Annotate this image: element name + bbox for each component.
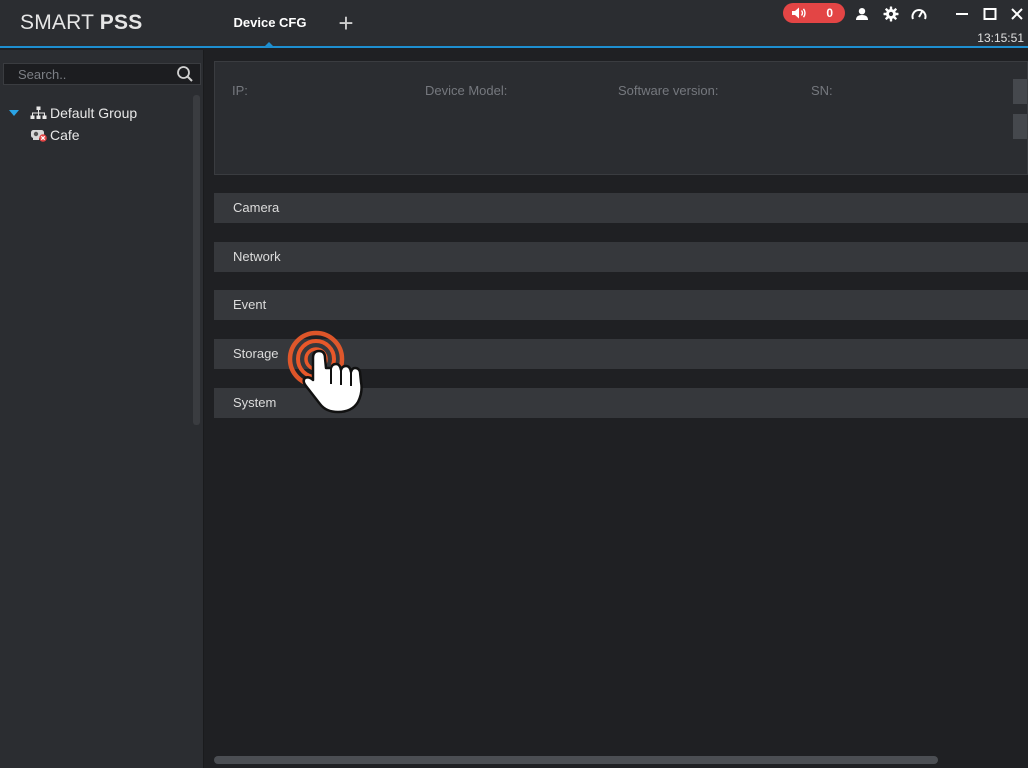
close-icon bbox=[1011, 8, 1023, 20]
sidebar-scrollbar[interactable] bbox=[193, 95, 200, 425]
horizontal-scrollbar[interactable] bbox=[214, 756, 938, 764]
search-input[interactable] bbox=[4, 64, 174, 84]
info-action-button-1[interactable] bbox=[1013, 79, 1027, 104]
search-icon[interactable] bbox=[176, 65, 194, 83]
sn-label: SN: bbox=[811, 83, 833, 98]
device-tree: Default Group Cafe bbox=[0, 102, 190, 146]
active-tab-indicator bbox=[264, 42, 274, 47]
minimize-icon bbox=[956, 13, 968, 15]
tree-item-label: Default Group bbox=[50, 105, 138, 121]
section-network[interactable]: Network bbox=[214, 242, 1028, 272]
tree-item-cafe[interactable]: Cafe bbox=[0, 124, 190, 146]
section-camera[interactable]: Camera bbox=[214, 193, 1028, 223]
tab-device-cfg[interactable]: Device CFG bbox=[224, 0, 316, 46]
section-event[interactable]: Event bbox=[214, 290, 1028, 320]
performance-button[interactable] bbox=[909, 4, 929, 24]
close-button[interactable] bbox=[1007, 4, 1027, 24]
tree-item-label: Cafe bbox=[50, 127, 80, 143]
brand-light: SMART bbox=[20, 11, 100, 34]
search-box bbox=[3, 63, 201, 85]
speedometer-icon bbox=[911, 9, 927, 20]
maximize-icon bbox=[983, 8, 997, 20]
tap-hand-cursor-icon bbox=[287, 330, 363, 414]
user-button[interactable] bbox=[852, 4, 872, 24]
device-tree-sidebar: Default Group Cafe bbox=[0, 50, 204, 768]
speaker-icon bbox=[792, 7, 806, 19]
user-icon bbox=[856, 8, 868, 20]
gear-icon bbox=[883, 6, 899, 22]
alarm-count: 0 bbox=[826, 6, 833, 20]
app-window: SMART PSS Device CFG + 0 13:15:51 Search… bbox=[0, 0, 1028, 768]
clock: 13:15:51 bbox=[977, 31, 1024, 45]
brand-bold: PSS bbox=[99, 11, 143, 34]
device-model-label: Device Model: bbox=[425, 83, 508, 98]
app-logo: SMART PSS bbox=[20, 11, 142, 35]
title-bar: SMART PSS Device CFG + 0 13:15:51 bbox=[0, 0, 1028, 48]
org-tree-icon bbox=[30, 106, 47, 119]
device-info-panel: IP: Device Model: Software version: SN: bbox=[214, 61, 1028, 175]
software-version-label: Software version: bbox=[618, 83, 719, 98]
minimize-button[interactable] bbox=[952, 4, 972, 24]
alarm-badge[interactable]: 0 bbox=[783, 3, 845, 23]
tree-item-default-group[interactable]: Default Group bbox=[0, 102, 190, 124]
expand-arrow-icon[interactable] bbox=[8, 108, 20, 118]
settings-button[interactable] bbox=[881, 4, 901, 24]
ip-label: IP: bbox=[232, 83, 248, 98]
offline-device-icon bbox=[31, 130, 47, 142]
info-action-button-2[interactable] bbox=[1013, 114, 1027, 139]
add-tab-button[interactable]: + bbox=[332, 10, 360, 38]
maximize-button[interactable] bbox=[980, 4, 1000, 24]
